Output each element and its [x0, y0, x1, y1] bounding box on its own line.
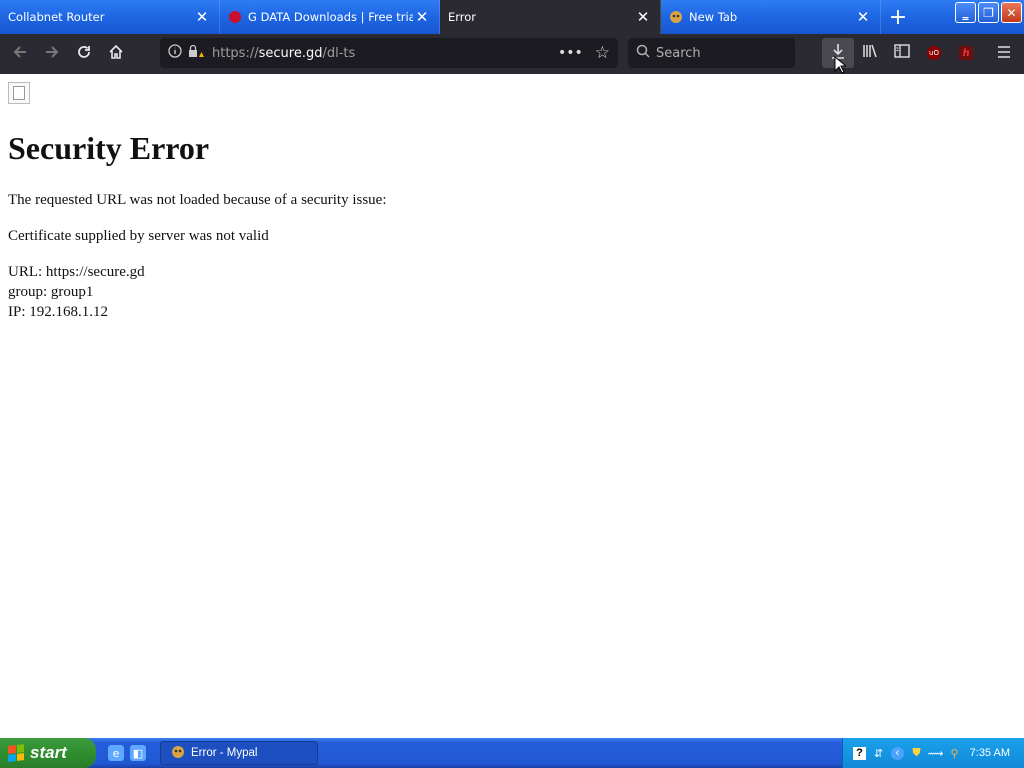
- mypal-icon: [171, 745, 185, 762]
- security-shield-icon[interactable]: ⛊: [910, 747, 923, 760]
- insecure-lock-icon[interactable]: [188, 44, 204, 62]
- tab-bar: Collabnet Router ✕ G DATA Downloads | Fr…: [0, 0, 1024, 34]
- tab-new-tab[interactable]: New Tab ✕: [661, 0, 881, 34]
- taskbar-window-label: Error - Mypal: [191, 747, 258, 759]
- arrow-left-icon: [11, 43, 29, 66]
- sidebar-icon: [894, 44, 910, 62]
- connection-icon[interactable]: ⟿: [928, 747, 944, 760]
- navigation-toolbar: https://secure.gd/dl-ts ••• ☆ Search uO …: [0, 34, 1024, 74]
- tab-error[interactable]: Error ✕: [440, 0, 661, 34]
- library-icon: [862, 44, 878, 62]
- url-path: /dl-ts: [322, 45, 356, 61]
- ublock-button[interactable]: uO: [918, 38, 950, 68]
- quick-launch: e ◧: [108, 745, 146, 761]
- mypal-favicon-icon: [669, 10, 683, 24]
- home-icon: [108, 44, 124, 65]
- tab-title: New Tab: [689, 10, 738, 24]
- taskbar: start e ◧ Error - Mypal ? ⇵ ‹ ⛊ ⟿ ⚲ 7:35…: [0, 738, 1024, 768]
- tab-title: Collabnet Router: [8, 10, 105, 24]
- url-scheme: https://: [212, 45, 259, 61]
- search-placeholder: Search: [656, 45, 701, 61]
- error-reason: Certificate supplied by server was not v…: [8, 228, 269, 244]
- page-title: Security Error: [8, 130, 210, 166]
- show-desktop-icon[interactable]: ◧: [130, 745, 146, 761]
- hamburger-menu-icon: [996, 44, 1012, 63]
- h-extension-icon: h: [959, 46, 973, 60]
- window-controls: ‗ ❐ ✕: [955, 2, 1022, 23]
- internet-explorer-icon[interactable]: e: [108, 745, 124, 761]
- bookmark-star-icon[interactable]: ☆: [595, 43, 610, 63]
- broken-image-icon: [8, 82, 30, 104]
- home-button[interactable]: [100, 38, 132, 70]
- reload-button[interactable]: [68, 38, 100, 70]
- gdata-favicon-icon: [228, 10, 242, 24]
- url-line: URL: https://secure.gd: [8, 264, 145, 280]
- ip-line: IP: 192.168.1.12: [8, 304, 109, 320]
- ublock-icon: uO: [927, 46, 941, 60]
- tab-title: G DATA Downloads | Free trials, u: [248, 10, 413, 24]
- arrow-right-icon: [43, 43, 61, 66]
- forward-button[interactable]: [36, 38, 68, 70]
- restore-button[interactable]: ❐: [978, 2, 999, 23]
- tab-title: Error: [448, 10, 477, 24]
- address-bar[interactable]: https://secure.gd/dl-ts ••• ☆: [160, 38, 618, 68]
- info-icon[interactable]: [168, 44, 182, 62]
- tab-close-icon[interactable]: ✕: [193, 8, 211, 26]
- close-window-button[interactable]: ✕: [1001, 2, 1022, 23]
- start-label: start: [30, 743, 67, 762]
- help-icon[interactable]: ?: [853, 746, 866, 760]
- search-bar[interactable]: Search: [628, 38, 795, 68]
- tab-close-icon[interactable]: ✕: [634, 8, 652, 26]
- reload-icon: [76, 44, 92, 65]
- intro-text: The requested URL was not loaded because…: [8, 192, 387, 208]
- network-icon[interactable]: ⇵: [872, 747, 885, 760]
- url-text[interactable]: https://secure.gd/dl-ts: [212, 46, 558, 61]
- minimize-button[interactable]: ‗: [955, 2, 976, 23]
- windows-logo-icon: [8, 744, 24, 762]
- system-tray: ? ⇵ ‹ ⛊ ⟿ ⚲ 7:35 AM: [842, 738, 1024, 768]
- library-button[interactable]: [854, 38, 886, 68]
- search-tray-icon[interactable]: ⚲: [948, 747, 961, 760]
- h-extension-button[interactable]: h: [950, 38, 982, 68]
- clock: 7:35 AM: [969, 747, 1010, 759]
- toolbar-buttons: uO h: [822, 38, 982, 68]
- tab-gdata-downloads[interactable]: G DATA Downloads | Free trials, u ✕: [220, 0, 440, 34]
- url-host: secure.gd: [258, 45, 323, 61]
- new-tab-button[interactable]: +: [881, 0, 915, 34]
- menu-button[interactable]: [988, 38, 1020, 68]
- tab-close-icon[interactable]: ✕: [854, 8, 872, 26]
- start-button[interactable]: start: [0, 738, 96, 768]
- page-content: Security Error The requested URL was not…: [0, 74, 1024, 738]
- collapse-tray-icon[interactable]: ‹: [891, 746, 904, 760]
- sidebar-button[interactable]: [886, 38, 918, 68]
- tab-collabnet-router[interactable]: Collabnet Router ✕: [0, 0, 220, 34]
- search-icon: [636, 44, 650, 62]
- back-button[interactable]: [4, 38, 36, 70]
- taskbar-window-button[interactable]: Error - Mypal: [160, 741, 318, 765]
- group-line: group: group1: [8, 284, 94, 300]
- tab-close-icon[interactable]: ✕: [413, 8, 431, 26]
- page-actions-icon[interactable]: •••: [558, 45, 583, 61]
